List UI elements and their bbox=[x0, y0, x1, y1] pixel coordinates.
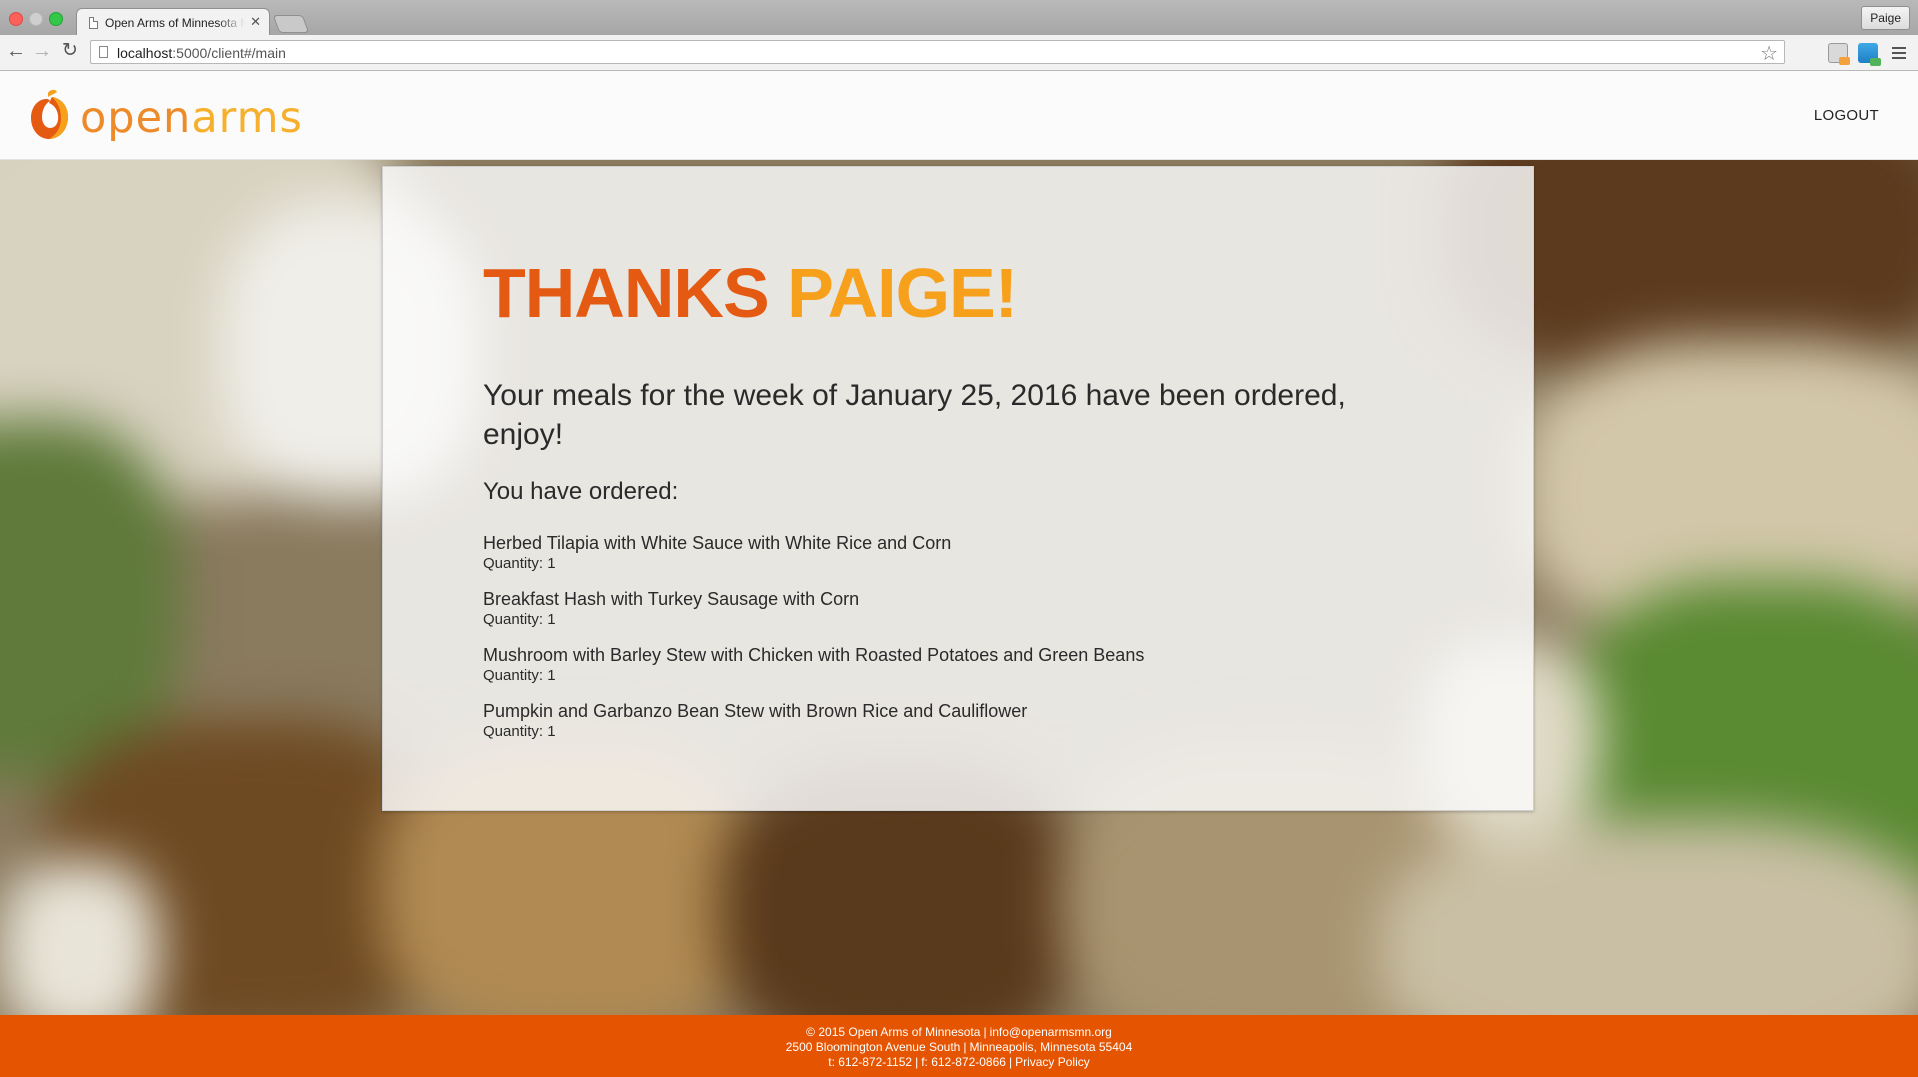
url-host: localhost bbox=[117, 45, 173, 61]
forward-arrow-icon[interactable]: → bbox=[32, 41, 52, 61]
url-path: :5000/client#/main bbox=[172, 45, 286, 61]
thanks-word: THANKS bbox=[483, 254, 770, 332]
order-list: Herbed Tilapia with White Sauce with Whi… bbox=[483, 532, 1383, 756]
page-icon bbox=[99, 46, 108, 58]
logout-link[interactable]: LOGOUT bbox=[1814, 107, 1879, 124]
meal-quantity: Quantity: 1 bbox=[483, 611, 556, 628]
browser-toolbar: ← → ↻ localhost:5000/client#/main ☆ bbox=[0, 35, 1918, 71]
meal-name: Mushroom with Barley Stew with Chicken w… bbox=[483, 645, 1145, 665]
extension-off-icon[interactable] bbox=[1828, 43, 1850, 65]
footer-line-3: t: 612-872-1152 | f: 612-872-0866 | Privacy … bbox=[0, 1055, 1918, 1070]
back-arrow-icon[interactable]: ← bbox=[6, 41, 26, 61]
meal-name: Herbed Tilapia with White Sauce with Whi… bbox=[483, 533, 952, 553]
order-item: Mushroom with Barley Stew with Chicken w… bbox=[483, 644, 1383, 700]
site-header: openarms LOGOUT bbox=[0, 71, 1918, 160]
tab-title: Open Arms of Minnesota M bbox=[105, 16, 245, 30]
url-text: localhost:5000/client#/main bbox=[117, 45, 286, 61]
order-item: Breakfast Hash with Turkey Sausage with … bbox=[483, 588, 1383, 644]
footer-separator: | bbox=[1008, 1055, 1013, 1069]
logo-wordmark: openarms bbox=[80, 94, 303, 142]
peach-logo-icon bbox=[31, 89, 68, 139]
order-item: Pumpkin and Garbanzo Bean Stew with Brow… bbox=[483, 700, 1383, 756]
extension-icon[interactable] bbox=[1858, 43, 1881, 66]
order-confirmation-card: THANKS PAIGE! Your meals for the week of… bbox=[382, 166, 1534, 811]
footer-line-1: © 2015 Open Arms of Minnesota | info@opena… bbox=[0, 1025, 1918, 1040]
confirmation-message: Your meals for the week of January 25, 2… bbox=[483, 379, 1346, 451]
page-icon bbox=[89, 17, 98, 29]
close-window-button[interactable] bbox=[9, 12, 23, 26]
footer-separator: | bbox=[983, 1025, 987, 1039]
city-address: Minneapolis, Minnesota 55404 bbox=[969, 1040, 1133, 1054]
logo-arms-text: arms bbox=[191, 93, 303, 143]
fax-number: f: 612-872-0866 bbox=[921, 1055, 1006, 1069]
privacy-policy-link[interactable]: Privacy Policy bbox=[1015, 1055, 1090, 1069]
phone-number: t: 612-872-1152 bbox=[828, 1055, 913, 1069]
footer-separator: | bbox=[963, 1040, 967, 1054]
meal-quantity: Quantity: 1 bbox=[483, 667, 556, 684]
reload-icon[interactable]: ↻ bbox=[62, 41, 78, 61]
browser-tab-bar: Open Arms of Minnesota M ✕ Paige bbox=[0, 0, 1918, 36]
profile-button[interactable]: Paige bbox=[1861, 6, 1910, 30]
email-link[interactable]: info@openarmsmn.org bbox=[990, 1025, 1112, 1039]
thanks-name: PAIGE! bbox=[787, 254, 1018, 332]
bookmark-star-icon[interactable]: ☆ bbox=[1760, 41, 1778, 66]
street-address: 2500 Bloomington Avenue South bbox=[785, 1040, 961, 1054]
footer-separator: | bbox=[915, 1055, 919, 1069]
meal-name: Breakfast Hash with Turkey Sausage with … bbox=[483, 589, 860, 609]
meal-quantity: Quantity: 1 bbox=[483, 555, 556, 572]
meal-quantity: Quantity: 1 bbox=[483, 723, 556, 740]
new-tab-button[interactable] bbox=[272, 15, 310, 33]
address-bar[interactable]: localhost:5000/client#/main ☆ bbox=[90, 40, 1785, 66]
minimize-window-button[interactable] bbox=[29, 12, 43, 26]
browser-tab[interactable]: Open Arms of Minnesota M ✕ bbox=[76, 8, 270, 36]
order-item: Herbed Tilapia with White Sauce with Whi… bbox=[483, 532, 1383, 588]
copyright-text: © 2015 Open Arms of Minnesota bbox=[806, 1025, 981, 1039]
footer-line-2: 2500 Bloomington Avenue South | Minneapoli… bbox=[0, 1040, 1918, 1055]
menu-icon[interactable] bbox=[1892, 47, 1906, 62]
ordered-heading: You have ordered: bbox=[483, 478, 679, 505]
thanks-heading: THANKS PAIGE! bbox=[483, 253, 1018, 333]
logo-open-text: open bbox=[80, 93, 192, 143]
meal-name: Pumpkin and Garbanzo Bean Stew with Brow… bbox=[483, 701, 1028, 721]
zoom-window-button[interactable] bbox=[49, 12, 63, 26]
site-footer: © 2015 Open Arms of Minnesota | info@opena… bbox=[0, 1015, 1918, 1077]
close-tab-icon[interactable]: ✕ bbox=[250, 14, 261, 30]
